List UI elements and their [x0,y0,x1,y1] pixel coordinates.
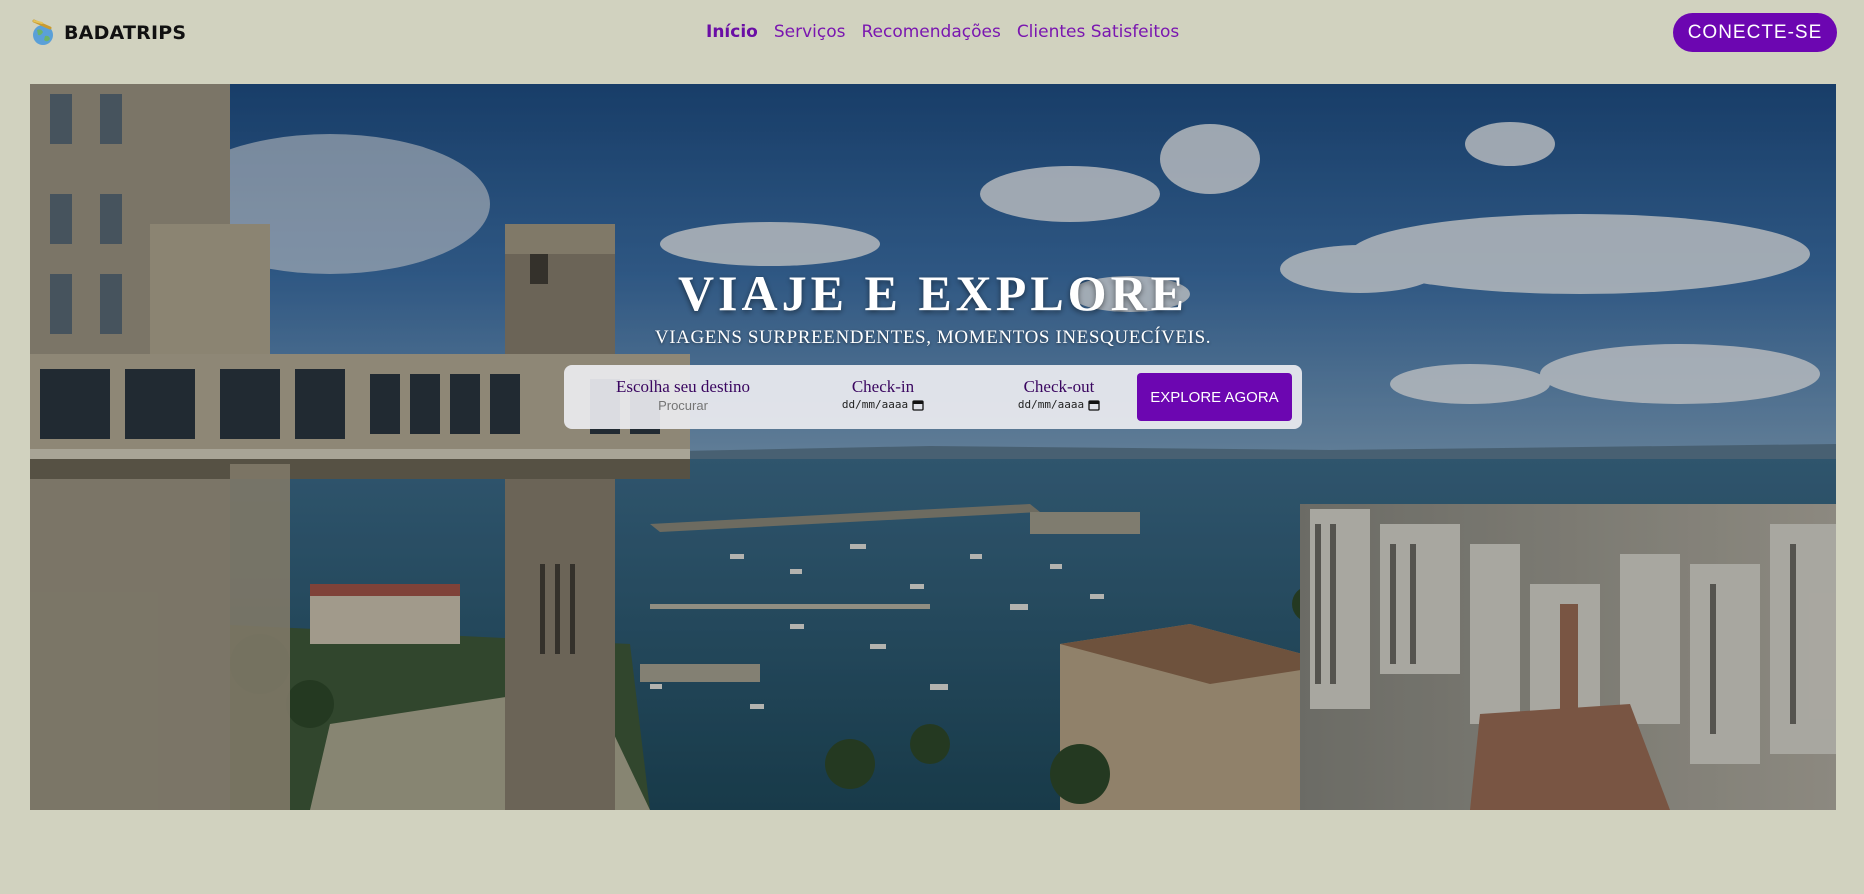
hero-banner: VIAJE E EXPLORE VIAGENS SURPREENDENTES, … [30,84,1836,810]
hero-subtitle: VIAGENS SURPREENDENTES, MOMENTOS INESQUE… [654,327,1212,348]
hero-dark-overlay [30,84,1836,810]
destination-label: Escolha seu destino [615,377,751,396]
globe-icon [32,19,53,45]
checkout-date-input[interactable]: dd/mm/aaaa [1004,398,1114,411]
calendar-icon[interactable] [912,399,924,411]
nav-link-servicos[interactable]: Serviços [774,22,846,42]
destination-field: Escolha seu destino [608,377,758,413]
checkout-date-value: dd/mm/aaaa [1017,398,1085,411]
calendar-icon[interactable] [1088,399,1100,411]
destination-input[interactable] [618,398,748,413]
brand-logo[interactable]: BADATRIPS [30,18,186,48]
checkin-date-value: dd/mm/aaaa [841,398,909,411]
checkout-label: Check-out [1023,377,1095,396]
hero-title: VIAJE E EXPLORE [677,265,1189,321]
explore-now-button[interactable]: EXPLORE AGORA [1137,373,1292,421]
brand-name: BADATRIPS [64,22,187,44]
checkout-field: Check-out dd/mm/aaaa [1004,377,1114,411]
top-navbar: BADATRIPS Início Serviços Recomendações … [0,0,1864,66]
checkin-date-input[interactable]: dd/mm/aaaa [828,398,938,411]
nav-link-inicio[interactable]: Início [706,22,758,42]
checkin-label: Check-in [851,377,915,396]
connect-button[interactable]: CONECTE-SE [1673,13,1837,52]
main-menu: Início Serviços Recomendações Clientes S… [706,22,1179,42]
nav-link-recomendacoes[interactable]: Recomendações [861,22,1000,42]
search-form: Escolha seu destino Check-in dd/mm/aaaa … [564,365,1302,429]
checkin-field: Check-in dd/mm/aaaa [828,377,938,411]
nav-link-clientes-satisfeitos[interactable]: Clientes Satisfeitos [1017,22,1179,42]
